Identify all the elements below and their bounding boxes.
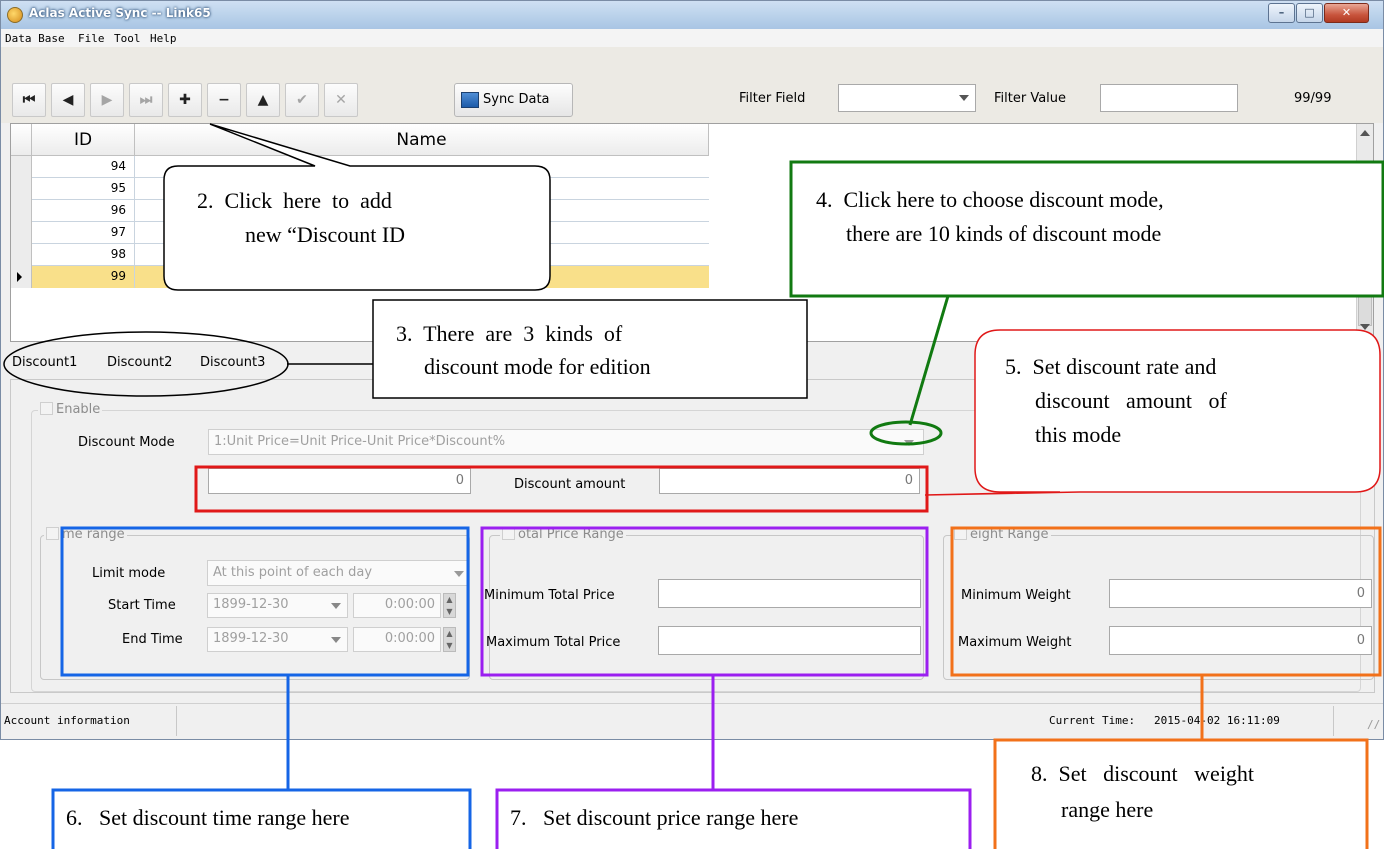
- annotation-2-line2: new “Discount ID: [245, 222, 406, 247]
- annotation-4-line1: 4. Click here to choose discount mode,: [816, 187, 1164, 212]
- callout-discount-mode-connector: [908, 295, 950, 426]
- annotation-4-line2: there are 10 kinds of discount mode: [846, 221, 1162, 246]
- annotation-5-line1: 5. Set discount rate and: [1005, 354, 1217, 379]
- annotation-5: 5. Set discount rate and discount amount…: [1005, 350, 1227, 452]
- mode-dropdown-highlight: [869, 420, 943, 446]
- annotation-3-line1: 3. There are 3 kinds of: [396, 321, 623, 346]
- annotation-3-line2: discount mode for edition: [424, 354, 651, 379]
- annotation-8-line2: range here: [1061, 797, 1154, 822]
- time-range-highlight: [60, 526, 470, 677]
- annotation-8: 8. Set discount weight range here: [1031, 756, 1254, 828]
- annotation-2: 2. Click here to add new “Discount ID: [197, 184, 405, 252]
- annotation-7: 7. Set discount price range here: [510, 805, 799, 830]
- annotation-6: 6. Set discount time range here: [66, 805, 350, 830]
- weight-range-highlight: [950, 526, 1382, 677]
- annotation-8-line1: 8. Set discount weight: [1031, 761, 1255, 786]
- annotation-2-line1: 2. Click here to add: [197, 188, 392, 213]
- annotation-4: 4. Click here to choose discount mode, t…: [816, 183, 1164, 251]
- annotation-5-line3: this mode: [1035, 422, 1122, 447]
- rate-amount-highlight: [194, 465, 929, 513]
- price-range-highlight: [480, 526, 929, 677]
- annotation-5-line2: discount amount of: [1035, 388, 1227, 413]
- annotation-3: 3. There are 3 kinds of discount mode fo…: [396, 317, 651, 383]
- tabs-highlight-ellipse: [3, 331, 289, 397]
